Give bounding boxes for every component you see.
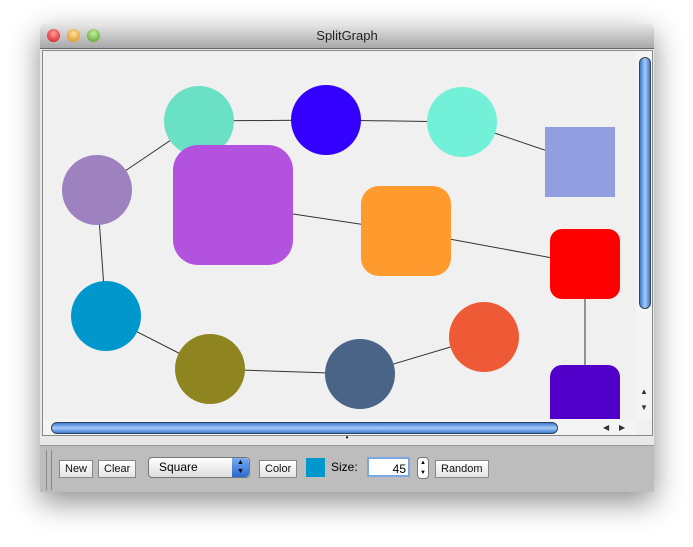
minimize-button[interactable]: [67, 29, 80, 42]
title-bar: SplitGraph: [40, 24, 654, 49]
horizontal-scrollbar[interactable]: ◀ ▶: [43, 419, 636, 435]
close-button[interactable]: [47, 29, 60, 42]
shape-select-value: Square: [159, 460, 198, 474]
clear-button[interactable]: Clear: [98, 460, 137, 478]
random-button[interactable]: Random: [435, 460, 489, 478]
new-button[interactable]: New: [59, 460, 94, 478]
window-title: SplitGraph: [316, 28, 378, 43]
split-divider[interactable]: •: [40, 434, 654, 445]
graph-node-circle[interactable]: [175, 334, 245, 404]
graph-scroll-pane: ▲ ▼ ◀ ▶: [42, 50, 653, 436]
scroll-down-arrow-icon[interactable]: ▼: [640, 403, 648, 412]
horizontal-scroll-thumb[interactable]: [51, 422, 558, 434]
scroll-right-arrow-icon[interactable]: ▶: [619, 423, 625, 432]
scroll-up-arrow-icon[interactable]: ▲: [640, 387, 648, 396]
graph-node-circle[interactable]: [71, 281, 141, 351]
updown-arrows-icon: ▲ ▼: [232, 458, 249, 477]
graph-node-rounded[interactable]: [173, 145, 293, 265]
color-button[interactable]: Color: [259, 460, 298, 478]
graph-node-rounded[interactable]: [361, 186, 451, 276]
size-label: Size:: [331, 460, 358, 474]
vertical-scrollbar[interactable]: ▲ ▼: [636, 51, 652, 419]
toolbar-grip[interactable]: [46, 450, 52, 490]
graph-node-circle[interactable]: [291, 85, 361, 155]
graph-node-rounded[interactable]: [550, 229, 620, 299]
graph-node-circle[interactable]: [449, 302, 519, 372]
color-swatch[interactable]: [306, 458, 325, 477]
graph-node-square[interactable]: [545, 127, 615, 197]
size-input[interactable]: 45: [367, 457, 410, 477]
vertical-scroll-thumb[interactable]: [639, 57, 651, 309]
splitgraph-window: SplitGraph ▲ ▼ ◀ ▶ • New Clear Square ▲ ▼ …: [40, 24, 654, 492]
graph-canvas[interactable]: [43, 51, 636, 419]
toolbar: New Clear Square ▲ ▼ Color Size: 45 ▲ ▼ Ran…: [40, 445, 654, 492]
graph-node-circle[interactable]: [62, 155, 132, 225]
size-spinner[interactable]: ▲ ▼: [417, 457, 429, 479]
shape-select[interactable]: Square ▲ ▼: [148, 457, 250, 478]
zoom-button[interactable]: [87, 29, 100, 42]
graph-node-rounded[interactable]: [550, 365, 620, 419]
graph-node-circle[interactable]: [427, 87, 497, 157]
scroll-left-arrow-icon[interactable]: ◀: [603, 423, 609, 432]
graph-node-circle[interactable]: [325, 339, 395, 409]
